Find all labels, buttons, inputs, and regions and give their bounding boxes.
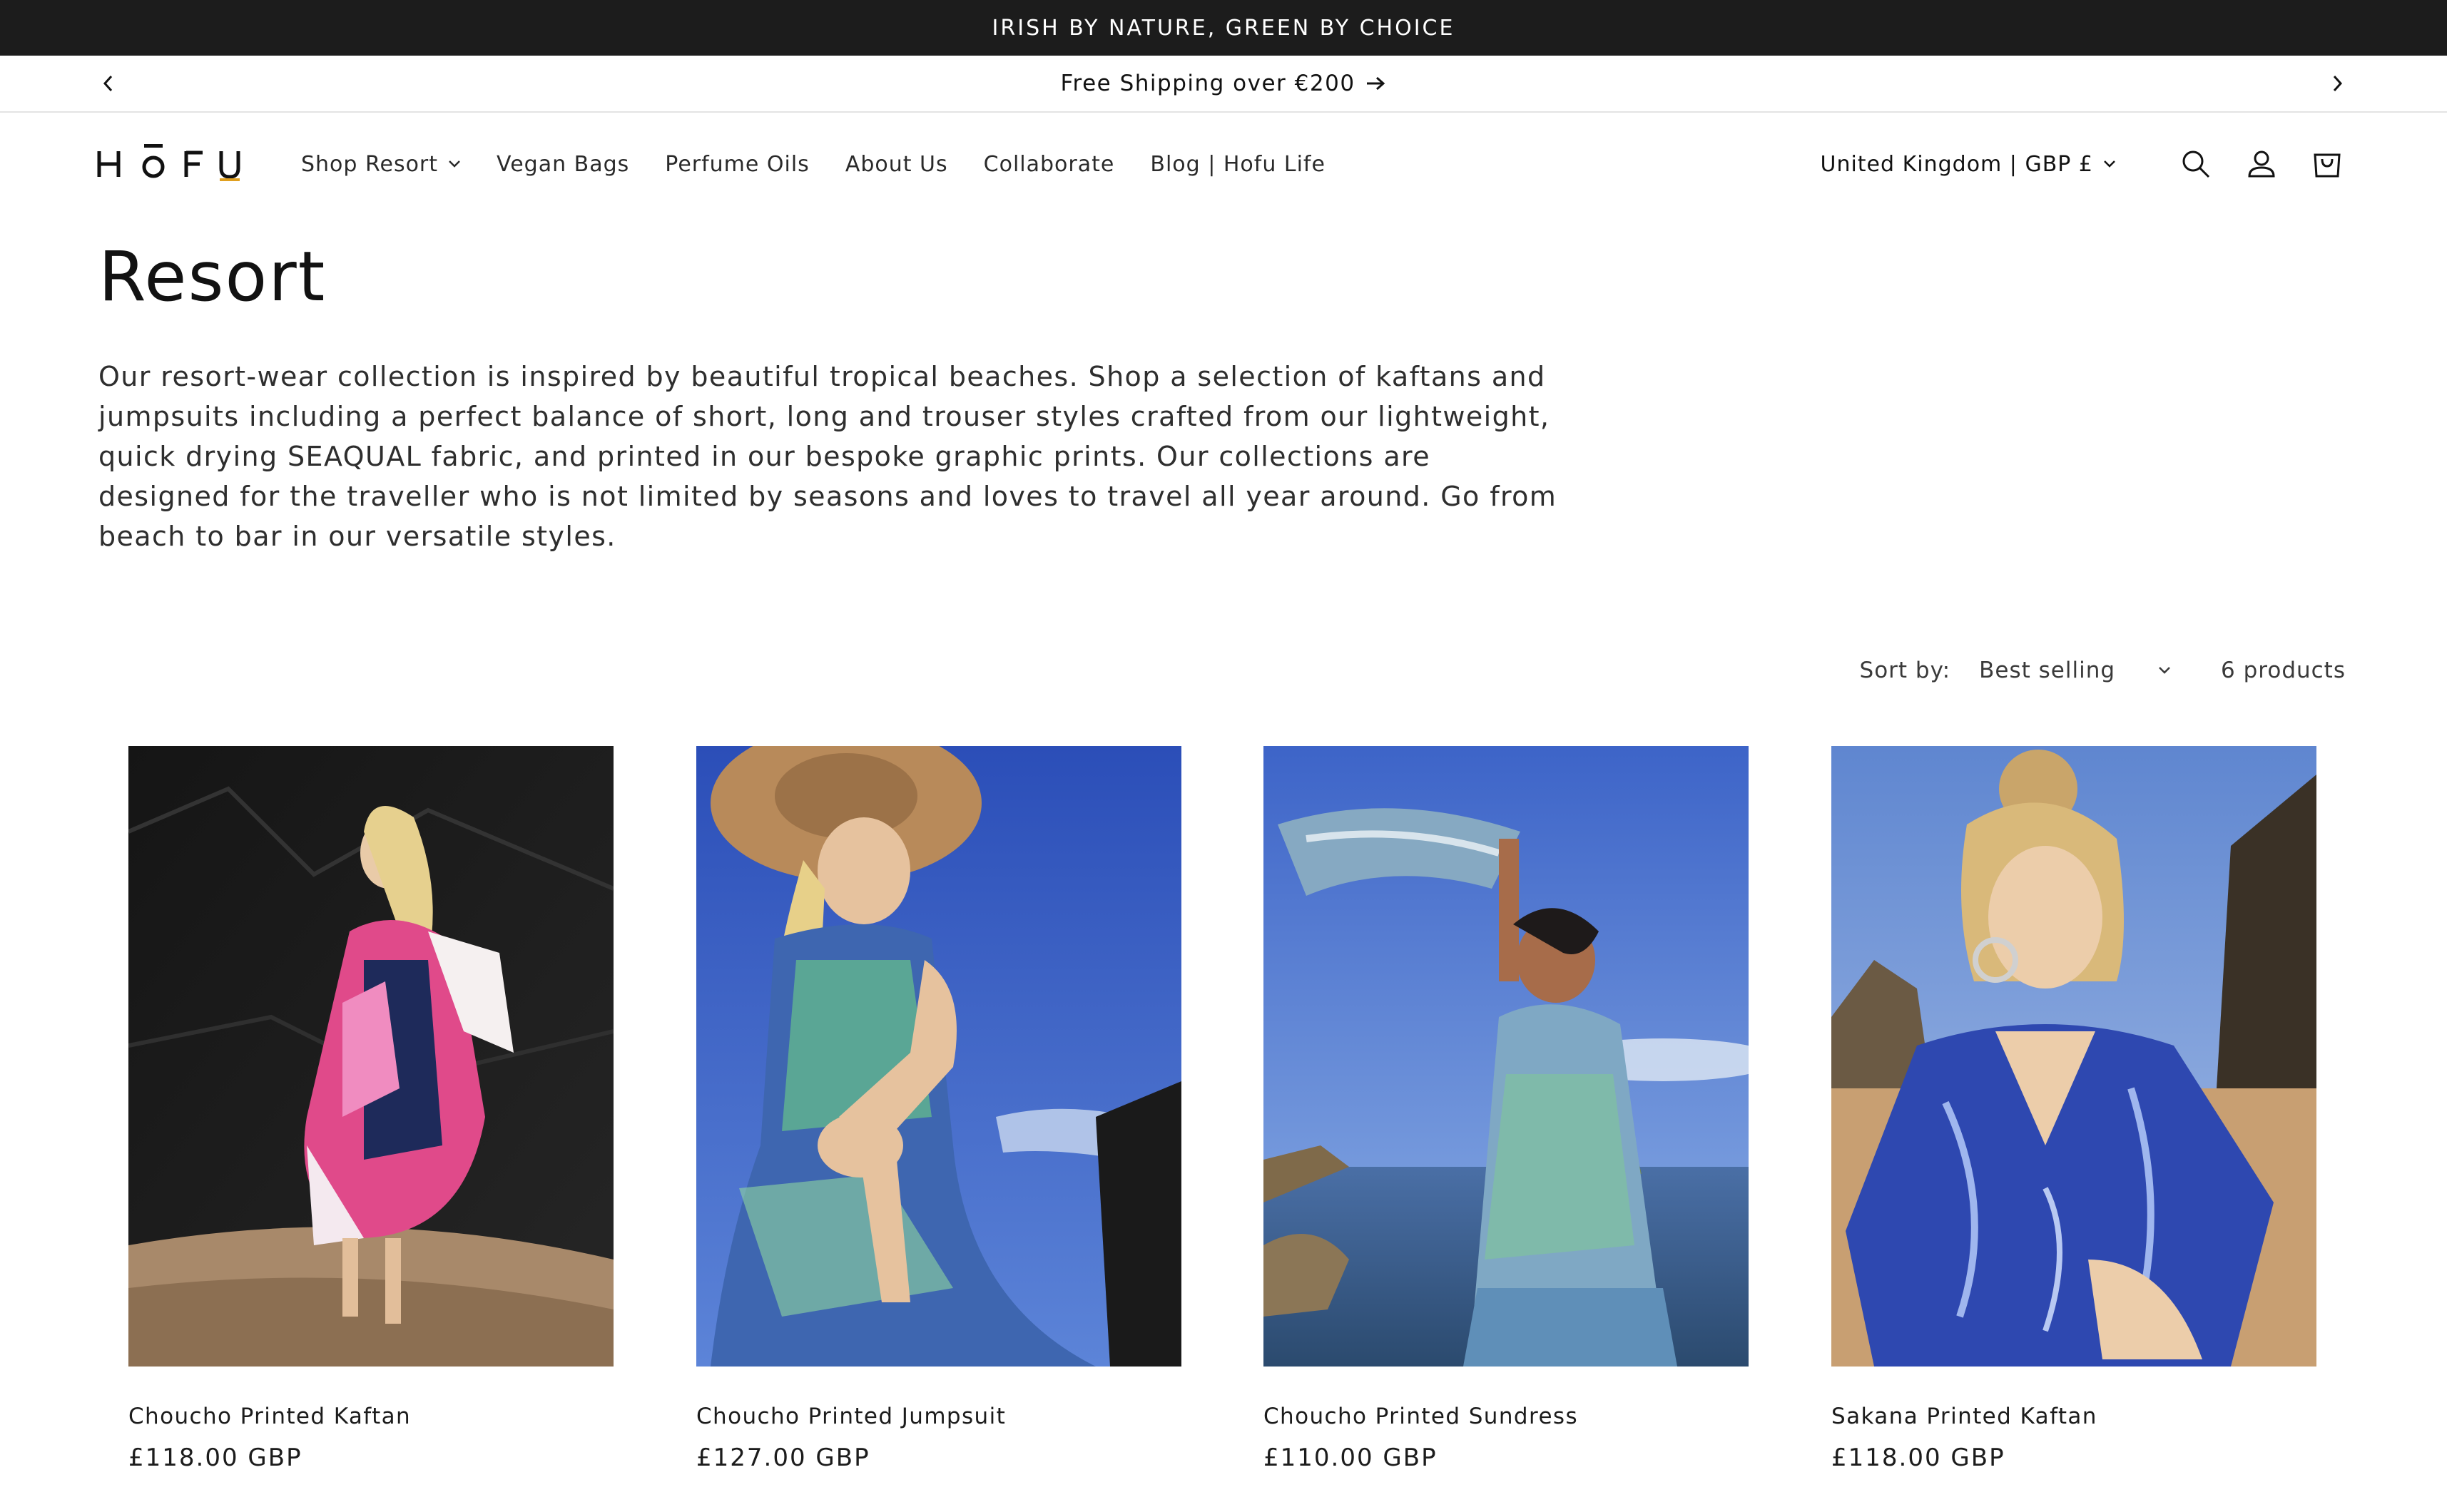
product-price: £110.00 GBP	[1263, 1444, 1438, 1472]
product-image[interactable]	[696, 746, 1181, 1367]
product-grid: Choucho Printed Kaftan £118.00 GBP Chouc…	[128, 746, 2319, 1512]
top-banner-text: IRISH BY NATURE, GREEN BY CHOICE	[992, 15, 1455, 41]
site-header: Shop Resort Vegan Bags Perfume Oils Abou…	[0, 113, 2447, 205]
search-icon	[2182, 150, 2210, 178]
brand-logo[interactable]	[97, 141, 243, 181]
product-name[interactable]: Choucho Printed Sundress	[1263, 1404, 1578, 1429]
account-icon	[2248, 150, 2275, 178]
product-price: £127.00 GBP	[696, 1444, 870, 1472]
sort-bar: Sort by: Best selling 6 products	[1860, 650, 2346, 690]
nav-item-perfume-oils[interactable]: Perfume Oils	[665, 152, 810, 177]
product-card[interactable]: Choucho Printed Jumpsuit £127.00 GBP	[696, 746, 1181, 1472]
announcement-link[interactable]: Free Shipping over €200	[0, 56, 2447, 111]
main-nav: Shop Resort Vegan Bags Perfume Oils Abou…	[301, 141, 1361, 187]
announcement-next-button[interactable]	[2316, 56, 2359, 111]
locale-selector[interactable]: United Kingdom | GBP £	[1820, 152, 2116, 177]
search-button[interactable]	[2180, 148, 2212, 180]
nav-item-shop-resort[interactable]: Shop Resort	[301, 152, 461, 177]
product-name[interactable]: Sakana Printed Kaftan	[1831, 1404, 2097, 1429]
product-card[interactable]: Sakana Printed Kaftan £118.00 GBP	[1831, 746, 2316, 1472]
product-name[interactable]: Choucho Printed Jumpsuit	[696, 1404, 1006, 1429]
page-title: Resort	[98, 237, 327, 317]
nav-item-label: Perfume Oils	[665, 151, 810, 177]
product-image[interactable]	[1831, 746, 2316, 1367]
product-image[interactable]	[1263, 746, 1749, 1367]
product-price: £118.00 GBP	[128, 1444, 302, 1472]
nav-item-blog[interactable]: Blog | Hofu Life	[1150, 152, 1326, 177]
nav-item-label: Shop Resort	[301, 151, 439, 177]
nav-item-label: Vegan Bags	[497, 151, 630, 177]
cart-button[interactable]	[2311, 148, 2343, 180]
nav-item-label: About Us	[845, 151, 948, 177]
chevron-down-icon	[2104, 160, 2115, 168]
sort-label: Sort by:	[1859, 658, 1951, 683]
arrow-right-icon	[1366, 76, 1385, 91]
chevron-down-icon	[2159, 667, 2170, 674]
header-actions: United Kingdom | GBP £	[1820, 141, 2343, 187]
product-price: £118.00 GBP	[1831, 1444, 2005, 1472]
nav-item-collaborate[interactable]: Collaborate	[984, 152, 1115, 177]
product-name[interactable]: Choucho Printed Kaftan	[128, 1404, 411, 1429]
collection-description: Our resort-wear collection is inspired b…	[98, 361, 1557, 552]
logo-mark	[97, 144, 240, 181]
announcement-text: Free Shipping over €200	[1060, 71, 1355, 96]
nav-item-about-us[interactable]: About Us	[845, 152, 948, 177]
locale-label: United Kingdom | GBP £	[1820, 151, 2093, 177]
nav-item-label: Collaborate	[983, 151, 1115, 177]
product-card[interactable]: Choucho Printed Sundress £110.00 GBP	[1263, 746, 1749, 1472]
cart-icon	[2314, 153, 2341, 178]
product-count: 6 products	[2221, 658, 2346, 683]
nav-item-label: Blog | Hofu Life	[1150, 151, 1326, 177]
nav-item-vegan-bags[interactable]: Vegan Bags	[497, 152, 629, 177]
chevron-right-icon	[2333, 75, 2343, 92]
product-card[interactable]: Choucho Printed Kaftan £118.00 GBP	[128, 746, 614, 1472]
sort-selected-value: Best selling	[1979, 658, 2116, 683]
product-image[interactable]	[128, 746, 614, 1367]
sort-dropdown[interactable]: Best selling	[1979, 658, 2171, 683]
announcement-bar: Free Shipping over €200	[0, 56, 2447, 113]
account-button[interactable]	[2246, 148, 2277, 180]
top-banner: IRISH BY NATURE, GREEN BY CHOICE	[0, 0, 2447, 56]
chevron-down-icon	[449, 160, 460, 168]
